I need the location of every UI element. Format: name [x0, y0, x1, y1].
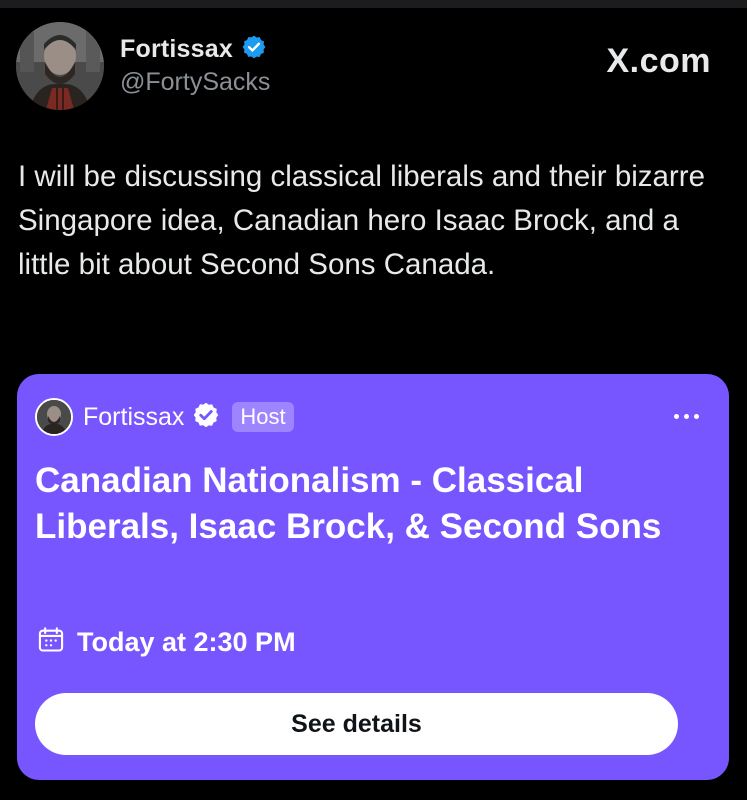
author-display-name[interactable]: Fortissax	[120, 35, 233, 64]
tweet-body: I will be discussing classical liberals …	[18, 160, 705, 281]
calendar-icon	[37, 626, 65, 659]
author-handle[interactable]: @FortySacks	[120, 68, 270, 97]
host-avatar	[35, 398, 73, 436]
more-dots-icon[interactable]	[674, 414, 699, 419]
schedule-row: Today at 2:30 PM	[37, 626, 296, 659]
host-row: Fortissax Host	[35, 398, 294, 436]
x-logo-text: X.com	[606, 42, 711, 80]
author-avatar[interactable]	[16, 22, 104, 110]
host-verified-icon	[192, 401, 220, 434]
schedule-time: Today at 2:30 PM	[77, 627, 296, 657]
space-card[interactable]: Fortissax Host Canadian Nationalism - Cl…	[17, 374, 729, 780]
space-title: Canadian Nationalism - Classical Liberal…	[35, 461, 662, 546]
host-name: Fortissax	[83, 402, 185, 431]
x-logo: X.com	[606, 42, 711, 81]
author-name-row[interactable]: Fortissax	[120, 34, 267, 65]
see-details-button[interactable]: See details	[35, 693, 678, 755]
host-badge: Host	[232, 402, 294, 432]
tweet-header: Fortissax @FortySacks X.com	[0, 0, 747, 140]
verified-badge-icon	[241, 34, 267, 65]
